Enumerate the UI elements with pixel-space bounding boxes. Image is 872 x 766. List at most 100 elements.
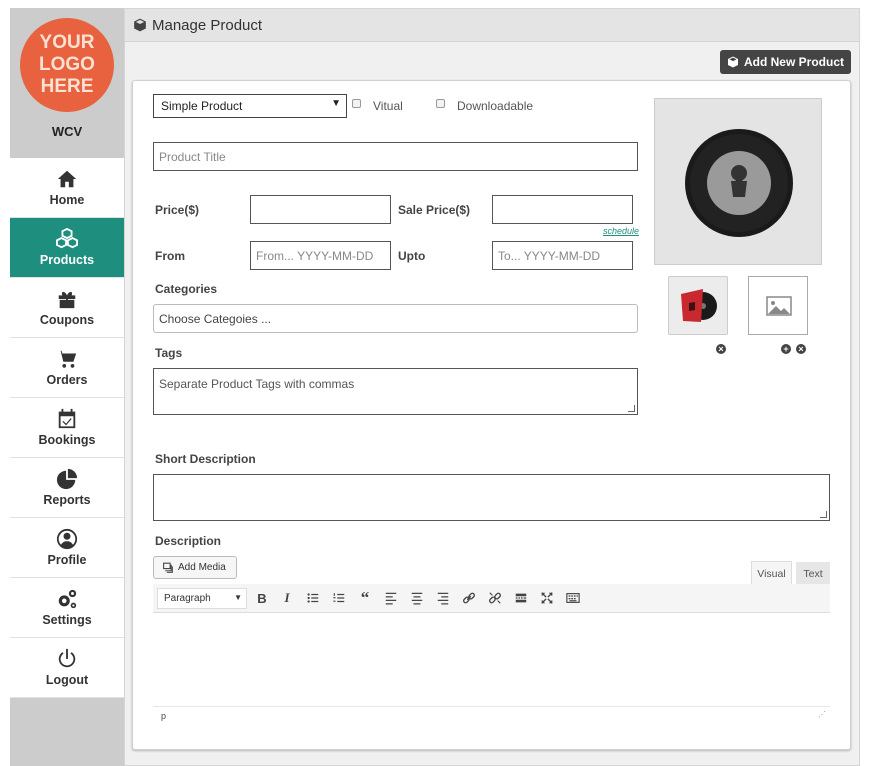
sale-from-date-input[interactable]: From... YYYY-MM-DD: [250, 241, 391, 270]
price-input[interactable]: [250, 195, 391, 224]
logo-text: YOUR LOGO HERE: [39, 32, 95, 97]
gallery-add-image[interactable]: [748, 276, 808, 335]
image-placeholder-icon: [766, 296, 792, 316]
format-select-value: Paragraph: [164, 593, 211, 604]
add-new-product-button[interactable]: Add New Product: [719, 50, 851, 74]
categories-input[interactable]: Choose Categoies ...: [153, 304, 638, 333]
pie-chart-icon: [56, 468, 78, 490]
toolbar-toggle-icon[interactable]: [565, 590, 581, 606]
align-right-icon[interactable]: [435, 590, 451, 606]
tags-textarea[interactable]: Separate Product Tags with commas: [153, 368, 638, 415]
upto-date-placeholder: To... YYYY-MM-DD: [498, 248, 601, 263]
editor-statusbar: p ⋰: [153, 706, 830, 724]
upto-label: Upto: [398, 249, 426, 263]
description-editor[interactable]: [153, 613, 830, 706]
description-label: Description: [155, 534, 222, 548]
align-left-glyph: [385, 592, 397, 605]
from-label: From: [155, 249, 185, 263]
resize-handle[interactable]: ⋰: [818, 710, 826, 719]
gallery-thumbnail[interactable]: [668, 276, 728, 335]
fullscreen-glyph: [541, 592, 553, 604]
short-description-label: Short Description: [155, 452, 256, 466]
numbered-list-icon[interactable]: [331, 590, 347, 606]
remove-circle-icon[interactable]: ×: [716, 344, 726, 354]
sidebar-item-orders[interactable]: Orders: [10, 338, 124, 398]
price-label: Price($): [155, 203, 200, 217]
featured-image[interactable]: [654, 98, 822, 265]
gears-icon: [58, 589, 77, 609]
unlink-icon[interactable]: [487, 590, 503, 606]
media-icon: [163, 562, 173, 573]
link-glyph: [462, 592, 476, 604]
italic-icon[interactable]: I: [279, 590, 295, 606]
link-icon[interactable]: [461, 590, 477, 606]
sidebar-item-settings[interactable]: Settings: [10, 578, 124, 638]
categories-label: Categories: [155, 282, 218, 296]
resize-handle[interactable]: [820, 511, 827, 518]
store-name: WCV: [51, 124, 83, 139]
store-logo[interactable]: YOUR LOGO HERE: [20, 18, 114, 112]
numbered-list-glyph: [333, 593, 345, 603]
sidebar-item-bookings[interactable]: Bookings: [10, 398, 124, 458]
align-right-glyph: [437, 592, 449, 605]
add-circle-icon[interactable]: +: [781, 344, 791, 354]
sidebar-item-label: Bookings: [38, 433, 96, 447]
sidebar-item-label: Profile: [47, 553, 87, 567]
sidebar-item-profile[interactable]: Profile: [10, 518, 124, 578]
resize-handle[interactable]: [628, 405, 635, 412]
editor-toolbar: Paragraph ▼ B I “: [153, 584, 830, 613]
sidebar-item-label: Coupons: [39, 313, 95, 327]
cart-icon: [56, 350, 77, 368]
power-icon: [58, 648, 76, 668]
downloadable-checkbox[interactable]: [436, 99, 445, 108]
bullet-list-icon[interactable]: [305, 590, 321, 606]
product-type-value: Simple Product: [161, 99, 243, 113]
unlink-glyph: [488, 592, 502, 604]
fullscreen-icon[interactable]: [539, 590, 555, 606]
product-title-placeholder: Product Title: [159, 149, 226, 164]
format-select[interactable]: Paragraph ▼: [157, 588, 247, 609]
sidebar-item-label: Home: [49, 193, 85, 207]
sidebar-item-label: Products: [39, 253, 95, 267]
bold-icon[interactable]: B: [254, 590, 270, 606]
align-center-glyph: [411, 592, 423, 605]
toolbar-toggle-glyph: [566, 593, 580, 603]
align-center-icon[interactable]: [409, 590, 425, 606]
page-title: Manage Product: [152, 16, 263, 34]
tags-placeholder: Separate Product Tags with commas: [159, 377, 355, 391]
sidebar-item-reports[interactable]: Reports: [10, 458, 124, 518]
align-left-icon[interactable]: [383, 590, 399, 606]
calendar-check-icon: [58, 408, 76, 429]
short-description-textarea[interactable]: [153, 474, 830, 521]
sidebar-item-coupons[interactable]: Coupons: [10, 278, 124, 338]
add-media-button[interactable]: Add Media: [153, 556, 237, 579]
cubes-icon: [56, 228, 78, 249]
sale-upto-date-input[interactable]: To... YYYY-MM-DD: [492, 241, 633, 270]
tags-label: Tags: [155, 346, 183, 360]
add-media-label: Add Media: [178, 562, 226, 573]
product-title-input[interactable]: Product Title: [153, 142, 638, 171]
sidebar-item-label: Settings: [42, 613, 92, 627]
sale-price-label: Sale Price($): [398, 203, 471, 217]
product-type-select[interactable]: Simple Product ▼: [153, 94, 347, 118]
virtual-checkbox[interactable]: [352, 99, 361, 108]
user-circle-icon: [56, 528, 78, 550]
schedule-link[interactable]: schedule: [603, 226, 639, 236]
bullet-list-glyph: [307, 593, 319, 603]
tab-visual[interactable]: Visual: [751, 561, 792, 585]
remove-circle-icon[interactable]: ×: [796, 344, 806, 354]
sale-price-input[interactable]: [492, 195, 633, 224]
downloadable-label: Downloadable: [457, 99, 534, 113]
chevron-down-icon: ▼: [331, 98, 341, 109]
sidebar-menu: Home Products Coupons Orders Bookings Re…: [10, 158, 133, 698]
virtual-label: Vitual: [373, 99, 403, 113]
gift-icon: [58, 291, 76, 309]
sidebar-item-products[interactable]: Products: [10, 218, 133, 278]
blockquote-icon[interactable]: “: [357, 588, 373, 607]
sidebar-item-label: Logout: [45, 673, 89, 687]
sidebar-item-home[interactable]: Home: [10, 158, 124, 218]
chevron-down-icon: ▼: [234, 593, 242, 602]
sidebar-item-logout[interactable]: Logout: [10, 638, 124, 698]
read-more-icon[interactable]: [513, 590, 529, 606]
tab-text[interactable]: Text: [796, 562, 830, 586]
